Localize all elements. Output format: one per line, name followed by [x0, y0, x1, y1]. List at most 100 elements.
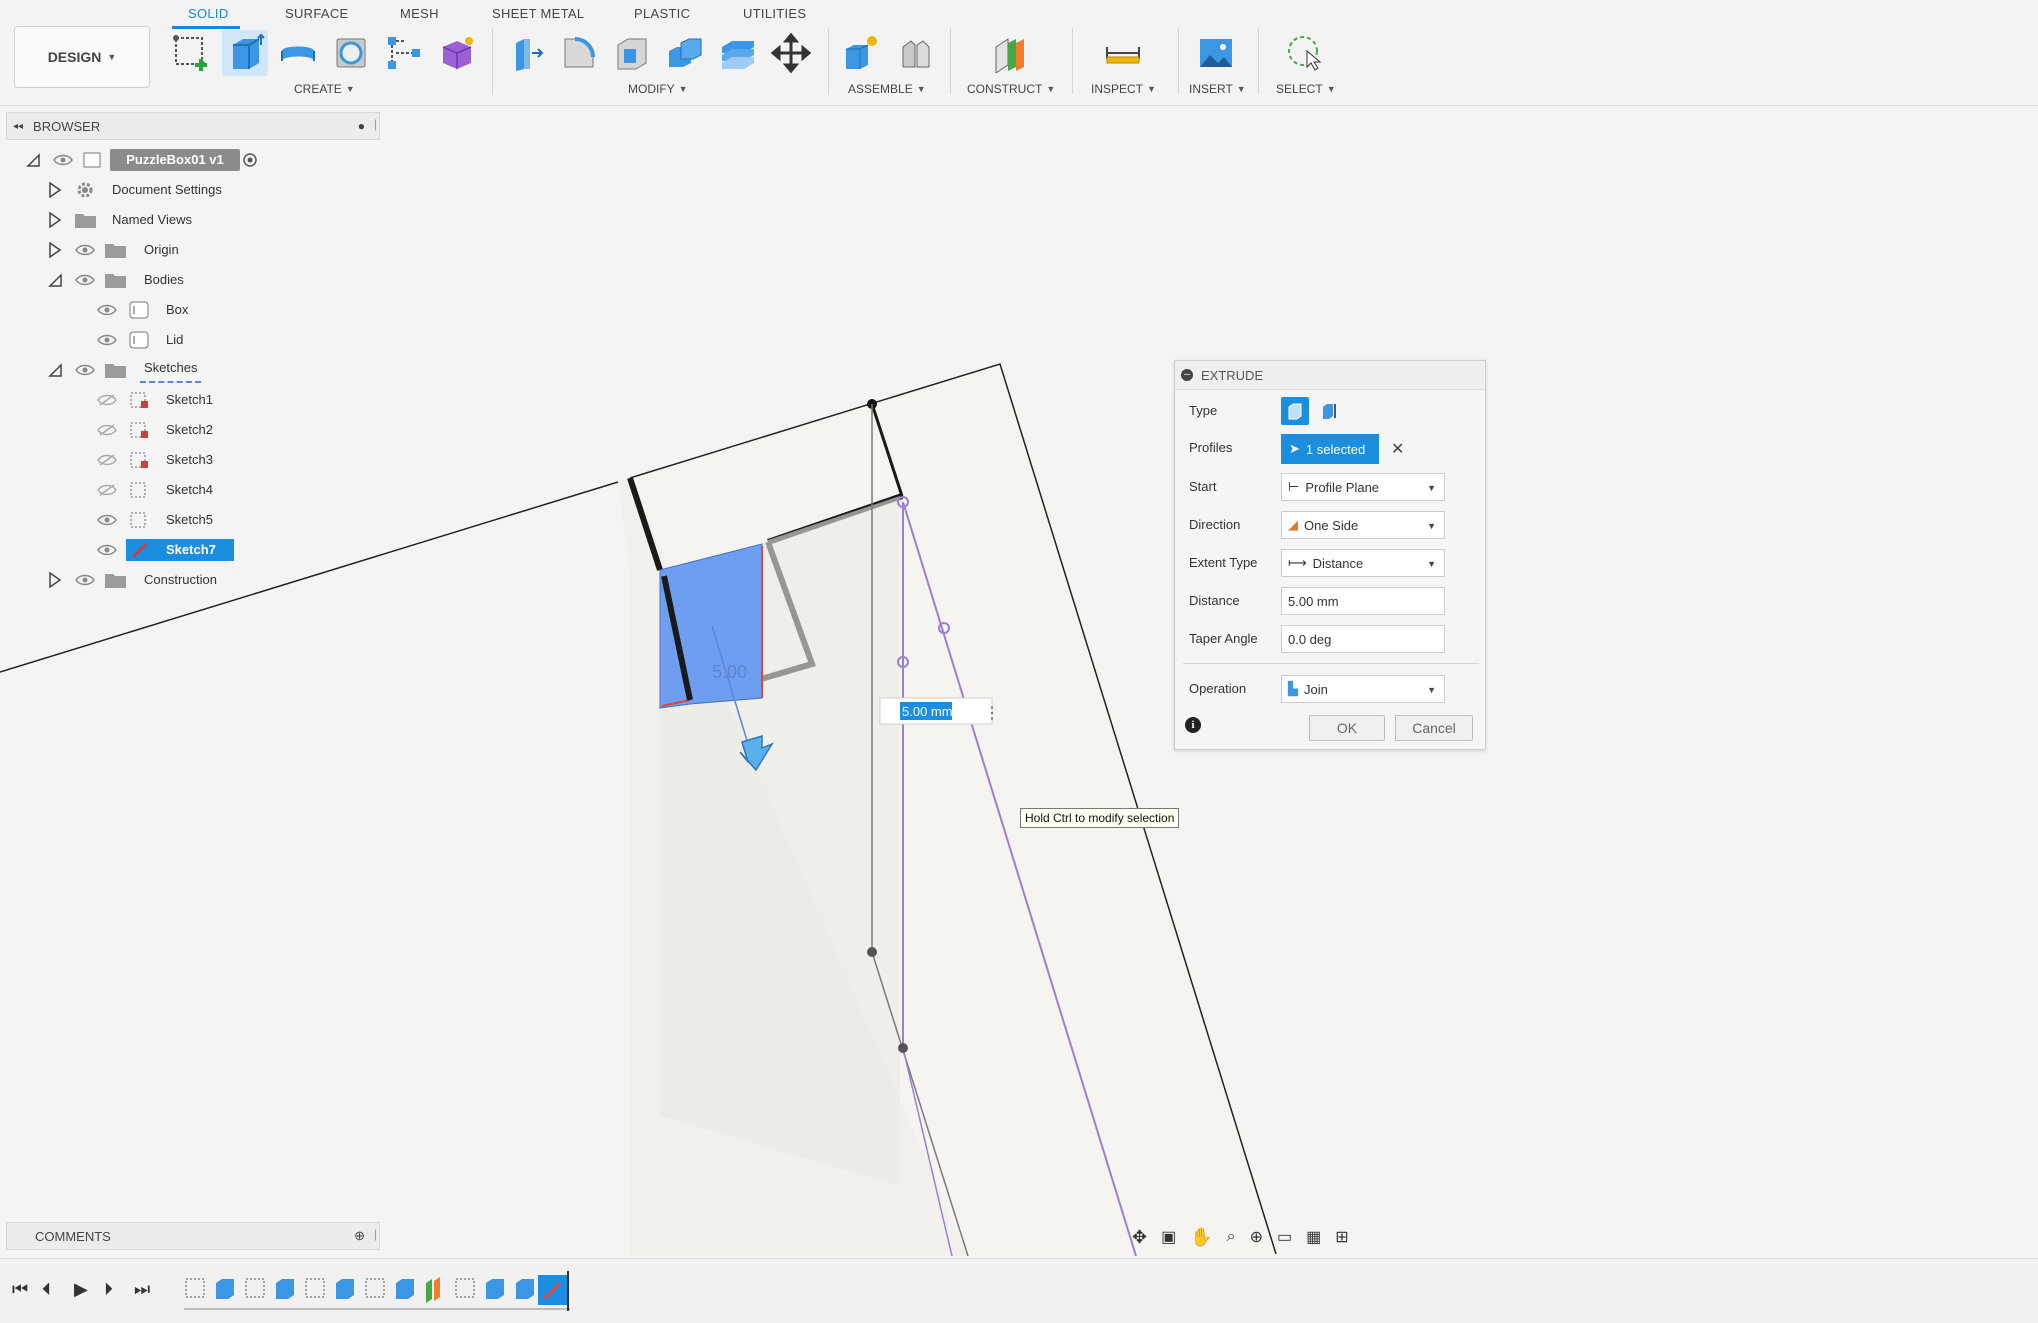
select-icon[interactable] [1282, 30, 1328, 76]
tree-row-lid[interactable]: Lid [0, 327, 380, 353]
timeline-sketch-icon[interactable] [185, 1278, 205, 1298]
play-icon[interactable]: ▶ [74, 1279, 88, 1300]
timeline-sketch-icon[interactable] [305, 1278, 325, 1298]
timeline-extrude-icon[interactable] [486, 1279, 504, 1299]
expanded-triangle-icon[interactable] [46, 271, 64, 289]
eye-hidden-icon[interactable] [96, 393, 118, 407]
eye-icon[interactable] [74, 363, 96, 377]
tree-row-root[interactable]: PuzzleBox01 v1 [0, 147, 380, 173]
step-back-icon[interactable]: ⏴ [42, 1279, 51, 1300]
more-options-icon[interactable]: ⋮ [984, 705, 1000, 722]
tree-row-construction[interactable]: Construction [0, 567, 380, 593]
display-settings-icon[interactable]: ▭ [1277, 1227, 1292, 1247]
timeline-extrude-icon[interactable] [276, 1279, 294, 1299]
root-component-label[interactable]: PuzzleBox01 v1 [110, 149, 240, 171]
timeline-extrude-icon[interactable] [216, 1279, 234, 1299]
extrude-dialog-header[interactable]: – EXTRUDE [1175, 361, 1485, 390]
combine-icon[interactable] [662, 30, 708, 76]
eye-icon[interactable] [74, 573, 96, 587]
extrude-solid-type-icon[interactable] [1281, 397, 1309, 425]
grid-icon[interactable]: ▦ [1306, 1227, 1321, 1247]
timeline-extrude-icon[interactable] [396, 1279, 414, 1299]
revolve-icon[interactable] [275, 30, 321, 76]
resize-handle-icon[interactable]: | [374, 117, 377, 131]
tab-plastic[interactable]: PLASTIC [634, 6, 690, 21]
eye-icon[interactable] [96, 543, 118, 557]
move-icon[interactable] [768, 30, 814, 76]
shell-icon[interactable] [609, 30, 655, 76]
timeline-extrude-icon[interactable] [516, 1279, 534, 1299]
profiles-selection-button[interactable]: ➤ 1 selected [1281, 434, 1379, 464]
pin-icon[interactable]: ● [358, 119, 365, 133]
pan-icon[interactable]: ✋ [1190, 1227, 1212, 1248]
joint-icon[interactable] [892, 30, 938, 76]
tree-row-sketches[interactable]: Sketches [0, 357, 380, 383]
create-menu[interactable]: CREATE ▼ [294, 82, 355, 96]
collapsed-triangle-icon[interactable] [46, 181, 64, 199]
taper-angle-input[interactable]: 0.0 deg [1281, 625, 1445, 653]
go-to-start-icon[interactable]: ⏮ [12, 1279, 28, 1300]
timeline-sketch-icon[interactable] [365, 1278, 385, 1298]
collapse-dialog-icon[interactable]: – [1181, 369, 1193, 381]
modify-menu[interactable]: MODIFY ▼ [628, 82, 688, 96]
tab-surface[interactable]: SURFACE [285, 6, 349, 21]
extrude-thin-type-icon[interactable] [1315, 397, 1343, 425]
tree-row-sketch3[interactable]: Sketch3 [0, 447, 380, 473]
direction-select[interactable]: ◢ One Side ▼ [1281, 511, 1445, 539]
orbit-icon[interactable]: ✥ [1132, 1227, 1147, 1248]
tab-utilities[interactable]: UTILITIES [743, 6, 806, 21]
collapsed-triangle-icon[interactable] [46, 571, 64, 589]
select-menu[interactable]: SELECT ▼ [1276, 82, 1336, 96]
cancel-button[interactable]: Cancel [1395, 715, 1473, 741]
eye-hidden-icon[interactable] [96, 483, 118, 497]
tab-solid[interactable]: SOLID [188, 6, 229, 21]
tree-row-bodies[interactable]: Bodies [0, 267, 380, 293]
start-select[interactable]: ⊢ Profile Plane ▼ [1281, 473, 1445, 501]
timeline-sketch-icon[interactable] [455, 1278, 475, 1298]
tree-row-sketch4[interactable]: Sketch4 [0, 477, 380, 503]
eye-icon[interactable] [96, 303, 118, 317]
design-workspace-button[interactable]: DESIGN ▼ [14, 26, 150, 88]
tree-row-box[interactable]: Box [0, 297, 380, 323]
collapsed-triangle-icon[interactable] [46, 211, 64, 229]
add-comment-icon[interactable]: ⊕ [354, 1228, 365, 1244]
tree-row-sketch7[interactable]: Sketch7 [0, 537, 380, 563]
comments-panel[interactable]: COMMENTS ⊕ | [6, 1222, 380, 1250]
construct-menu[interactable]: CONSTRUCT ▼ [967, 82, 1055, 96]
extent-type-select[interactable]: ⟼ Distance ▼ [1281, 549, 1445, 577]
eye-hidden-icon[interactable] [96, 423, 118, 437]
insert-image-icon[interactable] [1193, 30, 1239, 76]
look-at-icon[interactable]: ▣ [1161, 1227, 1176, 1247]
press-pull-icon[interactable] [503, 30, 549, 76]
tree-row-origin[interactable]: Origin [0, 237, 380, 263]
assemble-menu[interactable]: ASSEMBLE ▼ [848, 82, 926, 96]
timeline-split-body-icon[interactable] [426, 1277, 440, 1303]
offset-plane-icon[interactable] [987, 30, 1033, 76]
eye-icon[interactable] [52, 153, 74, 167]
eye-icon[interactable] [74, 243, 96, 257]
zoom-icon[interactable]: ⌕ [1227, 1228, 1236, 1246]
go-to-end-icon[interactable]: ⏭ [134, 1279, 150, 1300]
insert-menu[interactable]: INSERT ▼ [1189, 82, 1246, 96]
tree-row-sketch1[interactable]: Sketch1 [0, 387, 380, 413]
sketch-point[interactable] [867, 947, 877, 957]
new-component-icon[interactable] [839, 30, 885, 76]
fit-icon[interactable]: ⊕ [1250, 1227, 1263, 1247]
timeline-sketch-icon[interactable] [245, 1278, 265, 1298]
expanded-triangle-icon[interactable] [24, 151, 42, 169]
clear-selection-icon[interactable]: ✕ [1391, 439, 1404, 459]
ok-button[interactable]: OK [1309, 715, 1385, 741]
tree-row-sketch2[interactable]: Sketch2 [0, 417, 380, 443]
create-sketch-icon[interactable] [168, 30, 214, 76]
viewports-icon[interactable]: ⊞ [1335, 1227, 1348, 1247]
offset-face-icon[interactable] [715, 30, 761, 76]
step-forward-icon[interactable]: ⏵ [104, 1279, 113, 1300]
activate-radio-icon[interactable] [242, 152, 258, 171]
resize-handle-icon[interactable]: | [374, 1227, 377, 1241]
form-icon[interactable] [434, 30, 480, 76]
operation-select[interactable]: ▙ Join ▼ [1281, 675, 1445, 703]
sketch-point[interactable] [898, 1043, 908, 1053]
tab-mesh[interactable]: MESH [400, 6, 439, 21]
tree-row-document-settings[interactable]: Document Settings [0, 177, 380, 203]
eye-icon[interactable] [96, 513, 118, 527]
